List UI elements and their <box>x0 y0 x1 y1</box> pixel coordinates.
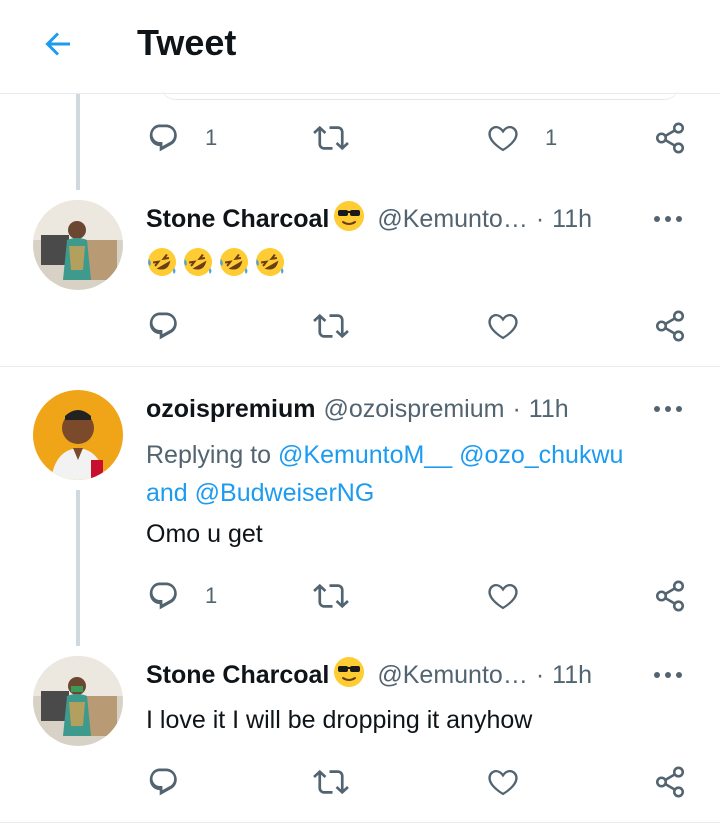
timestamp[interactable]: 11h <box>552 661 592 690</box>
handle[interactable]: @Kemunto… <box>377 205 527 234</box>
tweet-actions <box>145 764 690 800</box>
arrow-left-icon <box>45 32 70 56</box>
like-button[interactable] <box>485 578 521 614</box>
retweet-button[interactable] <box>313 308 349 344</box>
retweet-button[interactable] <box>313 120 349 156</box>
reply-button[interactable]: 1 <box>145 578 217 614</box>
avatar[interactable] <box>33 390 123 480</box>
tweet-divider <box>0 822 720 823</box>
like-button[interactable] <box>485 308 521 344</box>
separator: · <box>512 394 521 423</box>
display-name[interactable]: Stone Charcoal <box>146 205 329 234</box>
retweet-button[interactable] <box>313 764 349 800</box>
avatar-photo <box>33 200 123 290</box>
heart-icon <box>488 769 518 796</box>
sunglasses-face-emoji <box>333 656 365 695</box>
timestamp[interactable]: 11h <box>552 205 592 234</box>
reply-button[interactable] <box>145 308 181 344</box>
retweet-button[interactable] <box>313 578 349 614</box>
retweet-icon <box>313 583 349 609</box>
like-button[interactable]: 1 <box>485 120 557 156</box>
share-button[interactable] <box>653 308 687 344</box>
rolling-on-floor-laughing-emoji <box>182 246 214 283</box>
replying-prefix: Replying to <box>146 441 272 469</box>
heart-icon <box>488 313 518 340</box>
mention-link[interactable]: @ozo_chukwu <box>459 441 623 469</box>
more-icon <box>654 672 682 678</box>
tweet-header: Stone Charcoal @Kemunto… · 11h <box>146 656 592 695</box>
avatar[interactable] <box>33 200 123 290</box>
share-button[interactable] <box>653 120 687 156</box>
separator: · <box>535 660 545 689</box>
tweet-actions <box>145 308 690 344</box>
tweet-header: Stone Charcoal @Kemunto… · 11h <box>146 200 592 239</box>
display-name[interactable]: ozoispremium <box>146 395 315 424</box>
more-options-button[interactable] <box>648 658 688 692</box>
more-options-button[interactable] <box>648 392 688 426</box>
avatar-photo <box>33 390 123 480</box>
share-icon <box>655 122 685 154</box>
like-button[interactable] <box>485 764 521 800</box>
tweet-text: I love it I will be dropping it anyhow <box>146 706 533 734</box>
rolling-on-floor-laughing-emoji <box>146 246 178 283</box>
share-icon <box>655 766 685 798</box>
heart-icon <box>488 583 518 610</box>
tweet-header: ozoispremium @ozoispremium · 11h <box>146 392 569 426</box>
share-button[interactable] <box>653 764 687 800</box>
parent-tweet-actions: 1 1 <box>145 120 690 156</box>
reply-count: 1 <box>205 125 218 150</box>
retweet-icon <box>313 313 349 339</box>
mention-link[interactable]: @BudweiserNG <box>195 479 375 507</box>
sunglasses-face-emoji <box>333 200 365 239</box>
replying-and: and <box>146 479 188 507</box>
retweet-icon <box>313 125 349 151</box>
reply-icon <box>149 768 177 796</box>
separator: · <box>535 204 545 233</box>
reply-icon <box>149 124 177 152</box>
page-title: Tweet <box>137 22 237 63</box>
quoted-tweet-edge[interactable] <box>160 80 680 100</box>
replying-to: Replying to @KemuntoM__ @ozo_chukwu and … <box>146 436 686 512</box>
share-icon <box>655 310 685 342</box>
reply-button[interactable]: 1 <box>145 120 217 156</box>
avatar[interactable] <box>33 656 123 746</box>
retweet-icon <box>313 769 349 795</box>
rolling-on-floor-laughing-emoji <box>218 246 250 283</box>
handle[interactable]: @ozoispremium <box>323 395 504 424</box>
reply-icon <box>149 582 177 610</box>
display-name[interactable]: Stone Charcoal <box>146 661 329 690</box>
reply-icon <box>149 312 177 340</box>
avatar-photo <box>33 656 123 746</box>
more-options-button[interactable] <box>648 202 688 236</box>
share-icon <box>655 580 685 612</box>
mention-link[interactable]: @KemuntoM__ <box>278 441 452 469</box>
tweet-text <box>146 246 286 283</box>
heart-icon <box>488 125 518 152</box>
more-icon <box>654 216 682 222</box>
like-count: 1 <box>545 125 558 150</box>
timestamp[interactable]: 11h <box>529 395 569 424</box>
tweet-text: Omo u get <box>146 520 263 548</box>
rolling-on-floor-laughing-emoji <box>254 246 286 283</box>
more-icon <box>654 406 682 412</box>
thread-connector <box>76 490 80 646</box>
share-button[interactable] <box>653 578 687 614</box>
handle[interactable]: @Kemunto… <box>377 661 527 690</box>
reply-button[interactable] <box>145 764 181 800</box>
tweet-divider <box>0 366 720 367</box>
reply-count: 1 <box>205 583 218 608</box>
tweet-actions: 1 <box>145 578 690 614</box>
back-button[interactable] <box>36 26 80 62</box>
thread-connector <box>76 94 80 190</box>
